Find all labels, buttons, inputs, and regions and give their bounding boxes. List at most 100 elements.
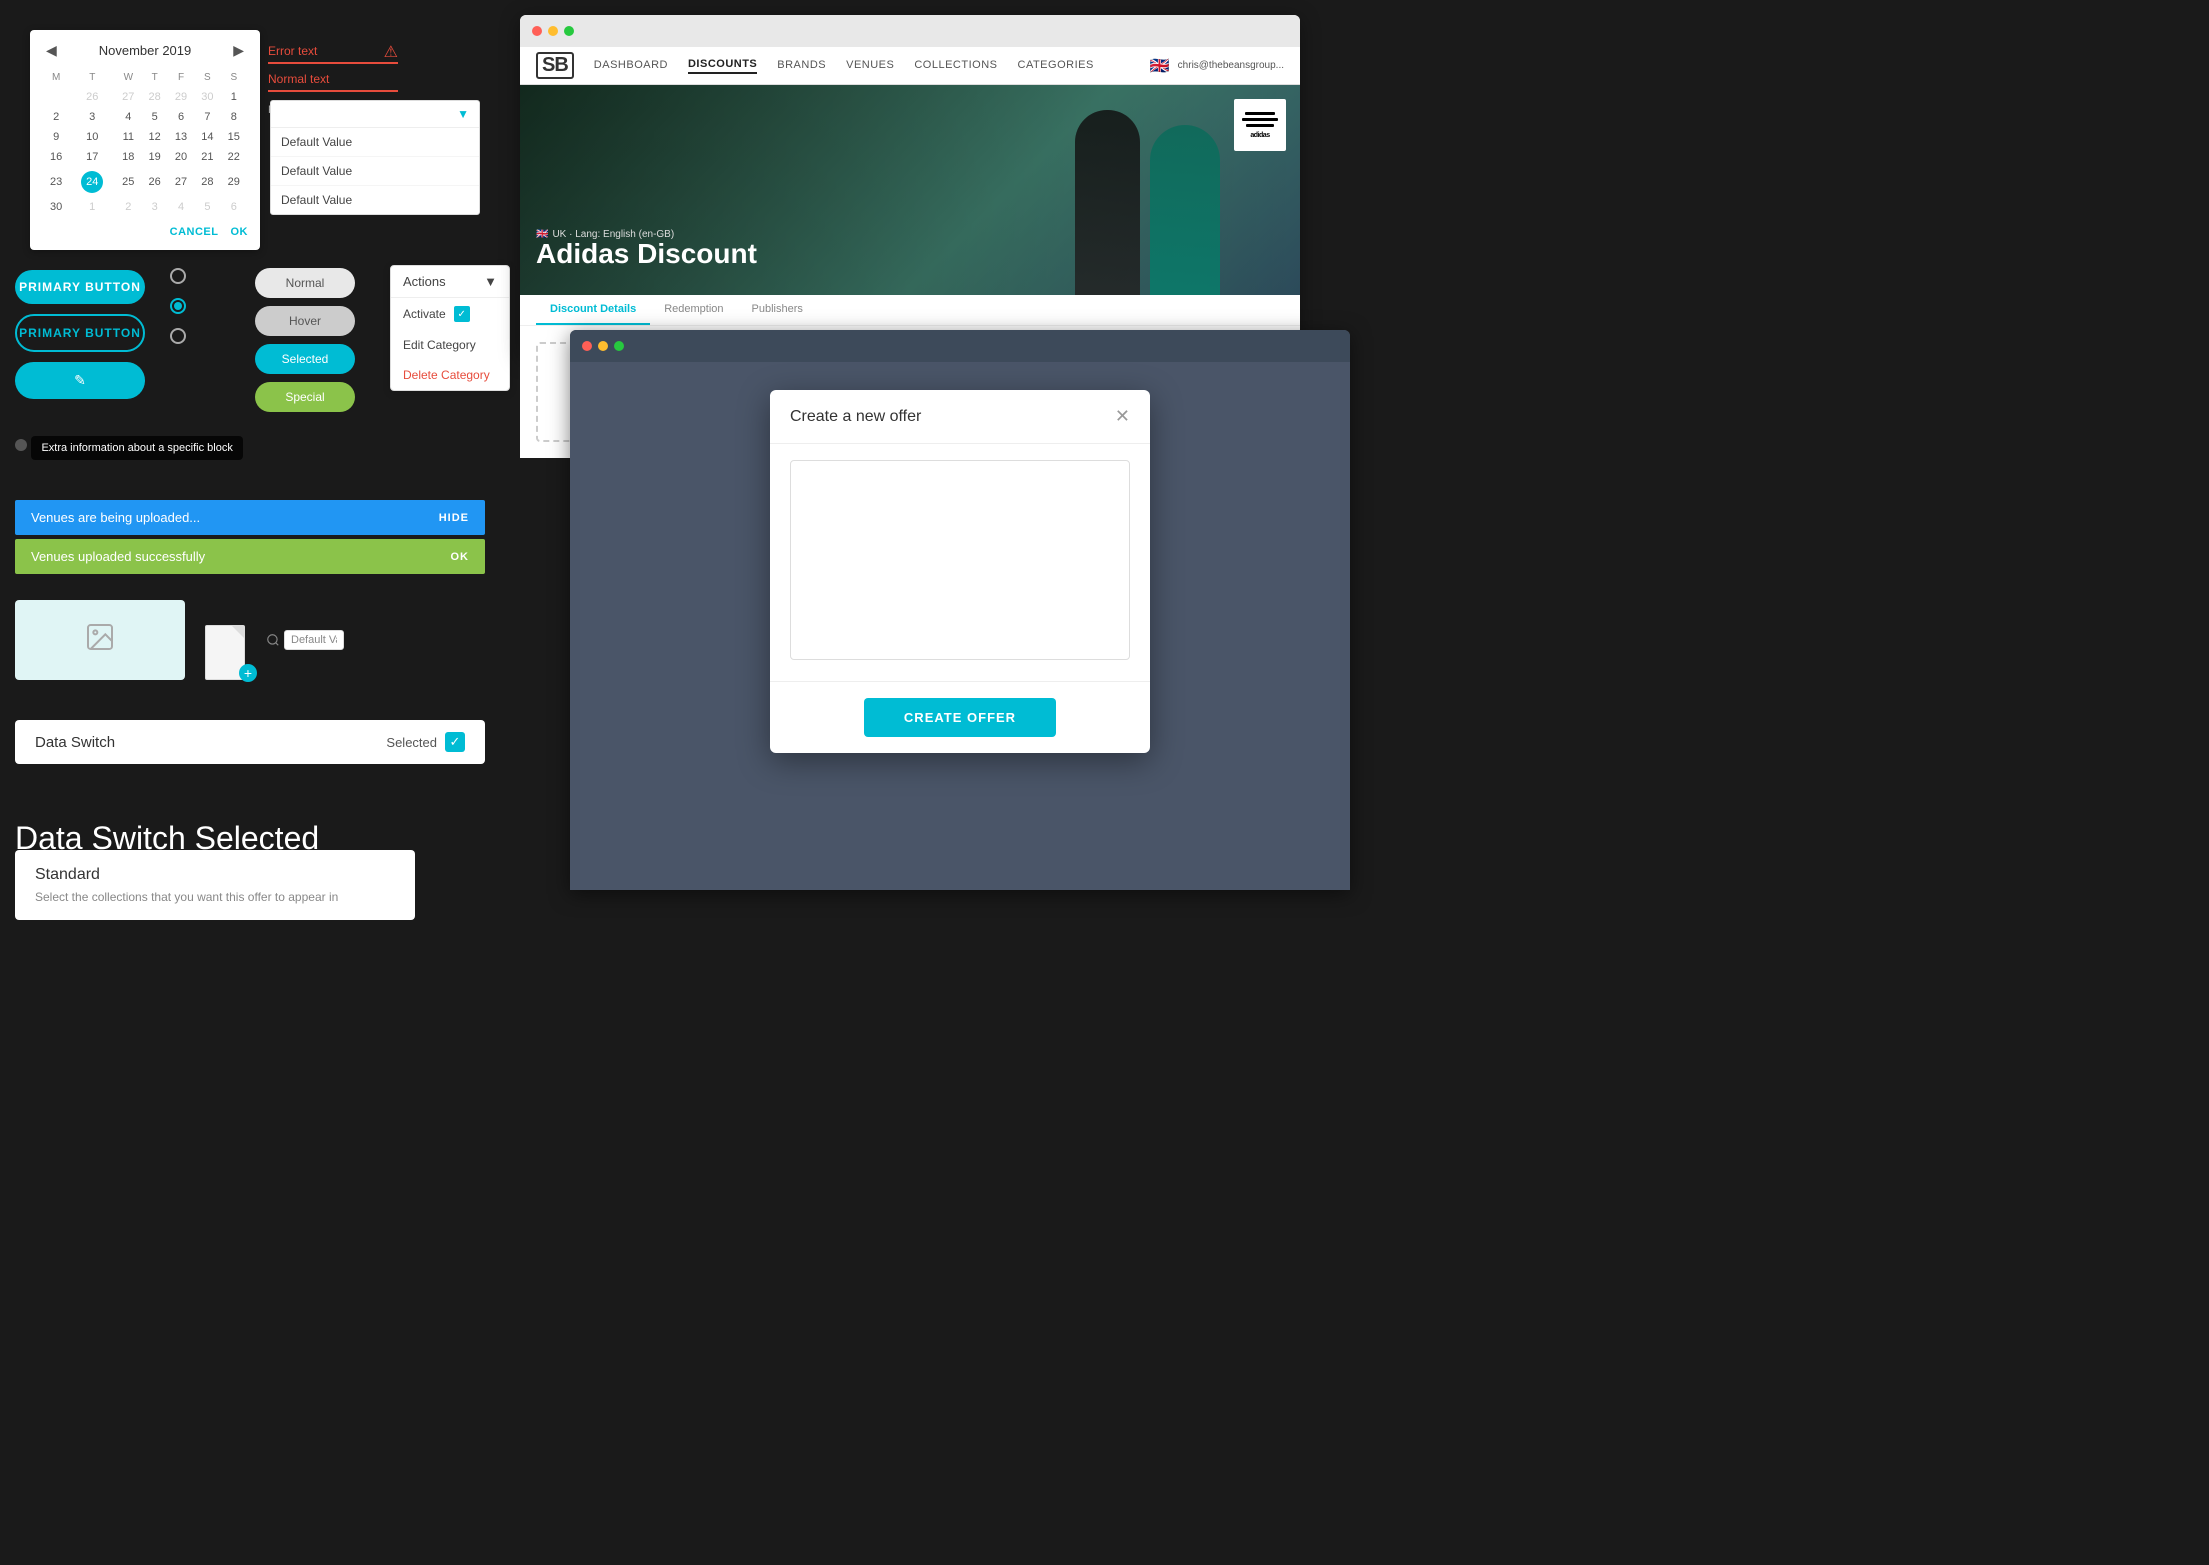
cal-day[interactable]: 4	[116, 108, 140, 126]
tl-red-1[interactable]	[532, 26, 542, 36]
state-normal-button[interactable]: Normal	[255, 268, 355, 298]
dropdown-item-1[interactable]: Default Value	[271, 128, 479, 157]
tl-yellow-1[interactable]	[548, 26, 558, 36]
actions-header[interactable]: Actions ▼	[391, 266, 509, 298]
create-offer-modal: Create a new offer ✕ CREATE OFFER	[770, 390, 1150, 753]
cal-day[interactable]: 6	[169, 108, 193, 126]
nav-discounts[interactable]: DISCOUNTS	[688, 58, 757, 74]
cal-day[interactable]: 27	[116, 88, 140, 106]
tl-yellow-2[interactable]	[598, 341, 608, 351]
cal-day[interactable]: 22	[222, 148, 246, 166]
tab-publishers[interactable]: Publishers	[738, 295, 817, 325]
cal-day[interactable]: 26	[70, 88, 114, 106]
dropdown-item-3[interactable]: Default Value	[271, 186, 479, 214]
tab-redemption[interactable]: Redemption	[650, 295, 737, 325]
cal-day[interactable]	[44, 88, 68, 106]
nav-brands[interactable]: BRANDS	[777, 59, 826, 73]
primary-button[interactable]: PRIMARY BUTTON	[15, 270, 145, 304]
cal-day[interactable]: 11	[116, 128, 140, 146]
form-error-input[interactable]	[268, 40, 398, 64]
nav-collections[interactable]: COLLECTIONS	[914, 59, 997, 73]
cal-day[interactable]: 28	[142, 88, 166, 106]
actions-delete-item[interactable]: Delete Category	[391, 360, 509, 390]
cal-day[interactable]: 17	[70, 148, 114, 166]
primary-outline-button[interactable]: PRIMARY BUTTON	[15, 314, 145, 352]
calendar-cancel-button[interactable]: CANCEL	[170, 226, 219, 238]
offer-textarea[interactable]	[790, 460, 1130, 660]
cal-day[interactable]: 2	[44, 108, 68, 126]
actions-edit-item[interactable]: Edit Category	[391, 330, 509, 360]
state-selected-button[interactable]: Selected	[255, 344, 355, 374]
cal-day[interactable]: 12	[142, 128, 166, 146]
nav-dashboard[interactable]: DASHBOARD	[594, 59, 668, 73]
calendar-ok-button[interactable]: OK	[231, 226, 249, 238]
data-switch-row[interactable]: Data Switch Selected ✓	[15, 720, 485, 764]
tl-green-2[interactable]	[614, 341, 624, 351]
cal-day[interactable]: 1	[70, 198, 114, 216]
data-switch-section: Data Switch Selected ✓	[15, 720, 485, 764]
tab-discount-details[interactable]: Discount Details	[536, 295, 650, 325]
state-special-button[interactable]: Special	[255, 382, 355, 412]
cal-day[interactable]: 5	[195, 198, 219, 216]
cal-day[interactable]: 8	[222, 108, 246, 126]
cal-day[interactable]: 23	[44, 168, 68, 196]
cal-day[interactable]: 6	[222, 198, 246, 216]
cal-day[interactable]: 26	[142, 168, 166, 196]
upload-area[interactable]	[15, 600, 185, 680]
tooltip-toggle[interactable]	[15, 439, 27, 451]
cal-day[interactable]: 20	[169, 148, 193, 166]
cal-day[interactable]: 19	[142, 148, 166, 166]
cal-day[interactable]: 10	[70, 128, 114, 146]
radio-item-3[interactable]	[170, 328, 194, 344]
nav-categories[interactable]: CATEGORIES	[1018, 59, 1094, 73]
cal-day[interactable]: 9	[44, 128, 68, 146]
cal-day[interactable]: 29	[169, 88, 193, 106]
nav-venues[interactable]: VENUES	[846, 59, 894, 73]
cal-day[interactable]: 30	[44, 198, 68, 216]
ok-button[interactable]: OK	[451, 551, 470, 563]
cal-day[interactable]: 7	[195, 108, 219, 126]
cal-day[interactable]: 2	[116, 198, 140, 216]
cal-day[interactable]: 5	[142, 108, 166, 126]
modal-close-button[interactable]: ✕	[1115, 406, 1130, 427]
cal-day[interactable]: 28	[195, 168, 219, 196]
cal-day[interactable]: 29	[222, 168, 246, 196]
radio-item-2[interactable]	[170, 298, 194, 314]
prev-month-button[interactable]: ◀	[42, 42, 61, 59]
file-upload-item[interactable]: +	[195, 600, 255, 680]
cal-day[interactable]: 3	[70, 108, 114, 126]
cal-day[interactable]: 30	[195, 88, 219, 106]
tl-red-2[interactable]	[582, 341, 592, 351]
icon-button[interactable]: ✎	[15, 362, 145, 399]
hide-button[interactable]: HIDE	[439, 512, 469, 524]
cal-day[interactable]: 25	[116, 168, 140, 196]
cal-day[interactable]: 16	[44, 148, 68, 166]
hero-person-2	[1150, 125, 1220, 295]
cal-day[interactable]: 21	[195, 148, 219, 166]
state-hover-button[interactable]: Hover	[255, 306, 355, 336]
day-header-w: W	[116, 69, 140, 86]
create-offer-button[interactable]: CREATE OFFER	[864, 698, 1056, 737]
dropdown-header[interactable]: ▼	[271, 101, 479, 128]
actions-activate-item[interactable]: Activate ✓	[391, 298, 509, 330]
cal-day[interactable]: 3	[142, 198, 166, 216]
notification-success: Venues uploaded successfully OK	[15, 539, 485, 574]
cal-day[interactable]: 13	[169, 128, 193, 146]
cal-day[interactable]: 4	[169, 198, 193, 216]
cal-day-today[interactable]: 24	[70, 168, 114, 196]
cal-day[interactable]: 18	[116, 148, 140, 166]
form-normal-input[interactable]	[268, 68, 398, 92]
state-buttons: Normal Hover Selected Special	[255, 268, 355, 420]
browser-nav-1: SB DASHBOARD DISCOUNTS BRANDS VENUES COL…	[520, 47, 1300, 85]
cal-day[interactable]: 27	[169, 168, 193, 196]
tl-green-1[interactable]	[564, 26, 574, 36]
radio-item-1[interactable]	[170, 268, 194, 284]
cal-day[interactable]: 15	[222, 128, 246, 146]
dropdown-item-2[interactable]: Default Value	[271, 157, 479, 186]
upload-search-input[interactable]	[284, 630, 344, 650]
next-month-button[interactable]: ▶	[229, 42, 248, 59]
hero-title: Adidas Discount	[536, 238, 757, 270]
cal-day[interactable]: 1	[222, 88, 246, 106]
cal-day[interactable]: 14	[195, 128, 219, 146]
data-switch-label: Data Switch	[35, 734, 115, 751]
